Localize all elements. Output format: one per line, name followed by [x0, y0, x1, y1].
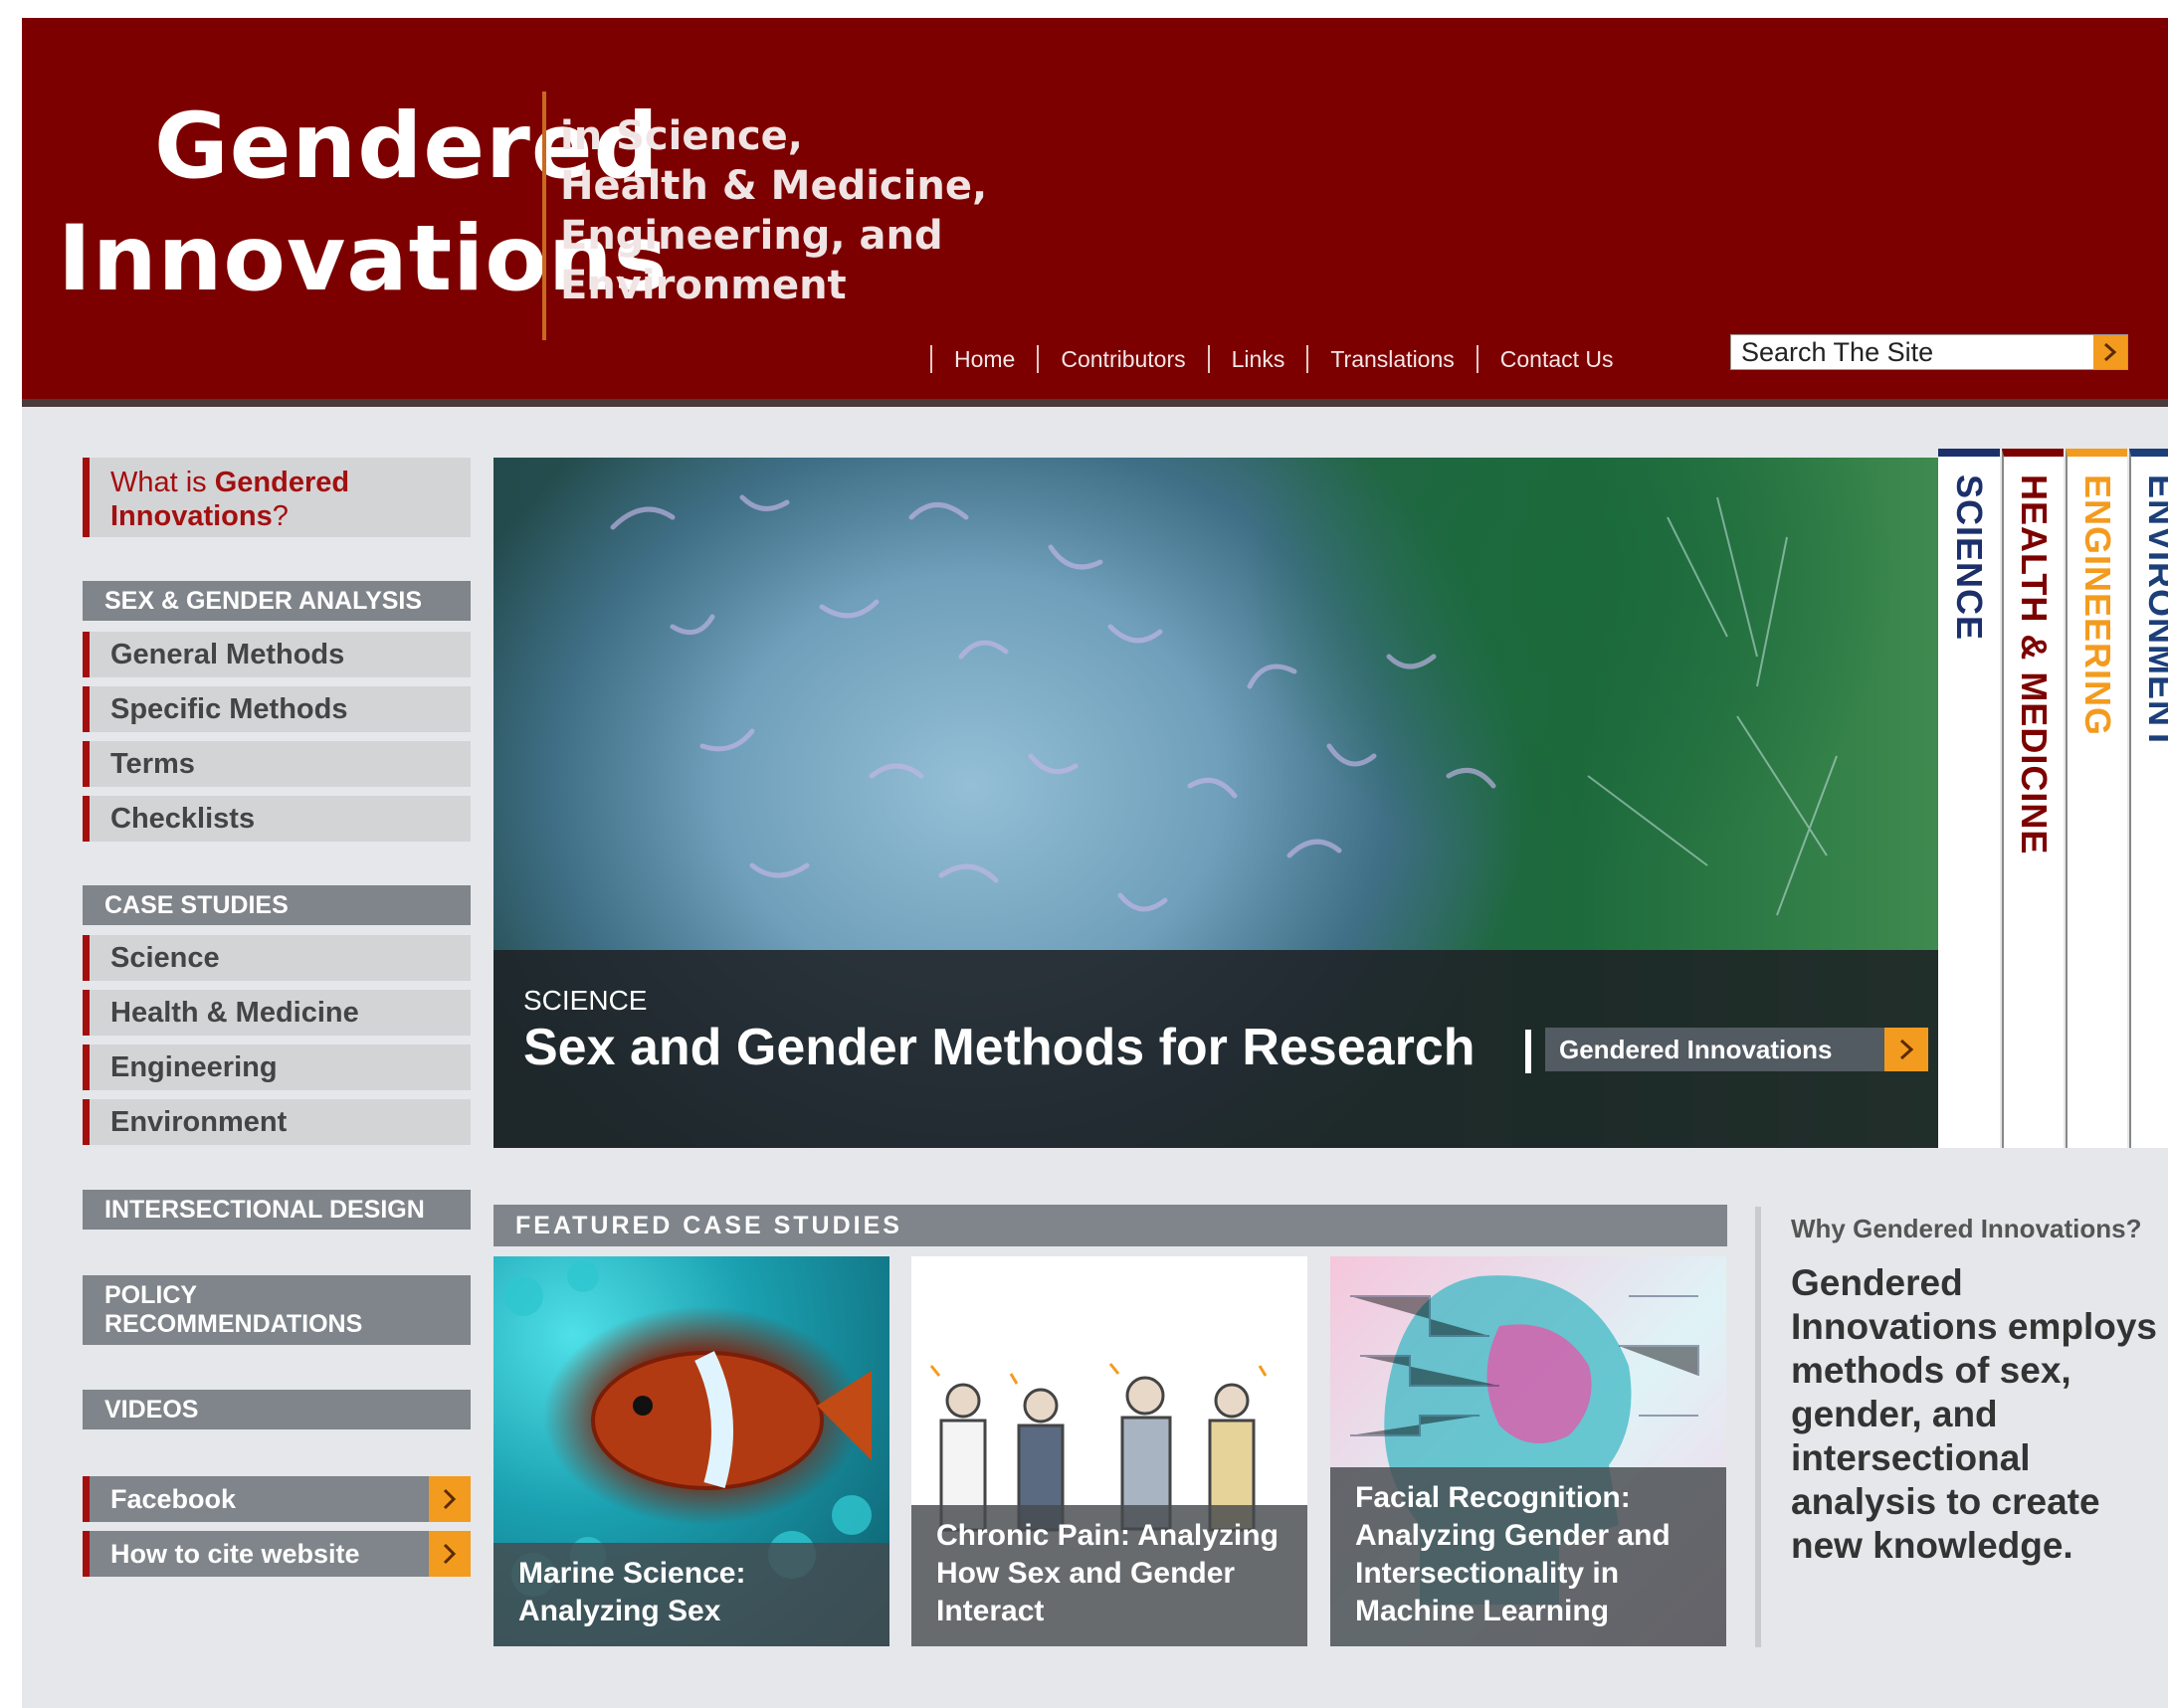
what-is-gendered-innovations-link[interactable]: What is Gendered Innovations? — [83, 458, 471, 537]
nav-separator — [1037, 345, 1040, 373]
nav-separator — [930, 345, 932, 373]
sidebar-heading-case-studies[interactable]: CASE STUDIES — [83, 885, 471, 925]
search-input[interactable] — [1731, 335, 2089, 369]
hero-banner[interactable]: SCIENCE Sex and Gender Methods for Resea… — [493, 458, 1938, 1148]
tab-environment[interactable]: ENVIRONMENT — [2129, 449, 2168, 1148]
nav-contributors[interactable]: Contributors — [1015, 345, 1186, 373]
facebook-label: Facebook — [110, 1483, 237, 1514]
sidebar-heading-sex-gender-analysis[interactable]: SEX & GENDER ANALYSIS — [83, 581, 471, 621]
tagline-line: Environment — [560, 263, 847, 308]
why-statement: Gendered Innovations employs methods of … — [1791, 1262, 2158, 1566]
nav-links[interactable]: Links — [1186, 345, 1285, 373]
tab-health-medicine-label: HEALTH & MEDICINE — [2014, 474, 2055, 855]
sidebar-item-general-methods[interactable]: General Methods — [83, 632, 471, 677]
nav-separator — [1207, 345, 1210, 373]
arrow-box — [429, 1531, 471, 1577]
featured-case-studies-heading: FEATURED CASE STUDIES — [493, 1205, 1727, 1246]
what-is-suffix: ? — [272, 500, 289, 532]
top-navigation: Home Contributors Links Translations Con… — [930, 343, 1614, 375]
what-is-prefix: What is — [110, 467, 215, 498]
chevron-right-icon — [443, 1488, 457, 1510]
case-card-facial-recognition[interactable]: Facial Recognition: Analyzing Gender and… — [1330, 1256, 1726, 1646]
sidebar-item-terms[interactable]: Terms — [83, 741, 471, 787]
nav-home[interactable]: Home — [930, 345, 1015, 373]
nav-home-label[interactable]: Home — [954, 346, 1015, 373]
tagline-line: Health & Medicine, — [560, 163, 988, 209]
sidebar-intersectional-design[interactable]: INTERSECTIONAL DESIGN — [83, 1190, 471, 1230]
nav-contact-label[interactable]: Contact Us — [1500, 346, 1614, 373]
sidebar-item-environment[interactable]: Environment — [83, 1099, 471, 1145]
case-card-marine-science[interactable]: Marine Science: Analyzing Sex — [493, 1256, 889, 1646]
arrow-box — [429, 1476, 471, 1522]
tab-science[interactable]: SCIENCE — [1938, 449, 2000, 1148]
search-submit-button[interactable] — [2093, 335, 2127, 369]
case-card-chronic-pain[interactable]: Chronic Pain: Analyzing How Sex and Gend… — [911, 1256, 1307, 1646]
sidebar-policy-recommendations[interactable]: POLICY RECOMMENDATIONS — [83, 1275, 471, 1345]
tab-science-label: SCIENCE — [1949, 474, 1990, 642]
arrow-box — [1884, 1028, 1928, 1071]
sidebar-item-specific-methods[interactable]: Specific Methods — [83, 686, 471, 732]
why-question[interactable]: Why Gendered Innovations? — [1791, 1214, 2141, 1244]
policy-label: POLICY RECOMMENDATIONS — [104, 1281, 363, 1338]
tagline-line: in Science, — [560, 113, 803, 159]
sidebar-cite-website-link[interactable]: How to cite website — [83, 1531, 471, 1577]
sidebar-item-checklists[interactable]: Checklists — [83, 796, 471, 842]
tab-engineering-label: ENGINEERING — [2077, 474, 2118, 737]
header-divider — [22, 399, 2168, 407]
nav-links-label[interactable]: Links — [1232, 346, 1285, 373]
hero-link-label: Gendered Innovations — [1559, 1034, 1833, 1064]
case-card-caption: Marine Science: Analyzing Sex — [493, 1543, 889, 1646]
hero-gendered-innovations-link[interactable]: Gendered Innovations — [1545, 1028, 1928, 1071]
sidebar-item-health-medicine[interactable]: Health & Medicine — [83, 990, 471, 1036]
search-box — [1730, 334, 2128, 370]
sidebar-videos[interactable]: VIDEOS — [83, 1390, 471, 1429]
tab-engineering[interactable]: ENGINEERING — [2066, 449, 2127, 1148]
chevron-right-icon — [2104, 342, 2117, 362]
sidebar-facebook-link[interactable]: Facebook — [83, 1476, 471, 1522]
sidebar-item-engineering[interactable]: Engineering — [83, 1044, 471, 1090]
tab-environment-label: ENVIRONMENT — [2141, 474, 2168, 751]
nav-translations-label[interactable]: Translations — [1330, 346, 1454, 373]
case-card-caption: Facial Recognition: Analyzing Gender and… — [1330, 1467, 1726, 1646]
nav-translations[interactable]: Translations — [1284, 345, 1455, 373]
nav-contributors-label[interactable]: Contributors — [1061, 346, 1185, 373]
logo-divider — [542, 92, 546, 340]
chevron-right-icon — [1899, 1039, 1914, 1060]
hero-category: SCIENCE — [523, 985, 648, 1016]
hero-title-divider — [1525, 1030, 1531, 1073]
sidebar-item-science[interactable]: Science — [83, 935, 471, 981]
tab-health-medicine[interactable]: HEALTH & MEDICINE — [2002, 449, 2064, 1148]
nav-separator — [1476, 345, 1478, 373]
tagline-line: Engineering, and — [560, 213, 943, 259]
cite-label: How to cite website — [110, 1538, 360, 1569]
why-divider — [1755, 1207, 1761, 1647]
nav-separator — [1306, 345, 1309, 373]
hero-title[interactable]: Sex and Gender Methods for Research — [523, 1018, 1476, 1077]
case-card-caption: Chronic Pain: Analyzing How Sex and Gend… — [911, 1505, 1307, 1646]
site-tagline: in Science, Health & Medicine, Engineeri… — [560, 111, 987, 310]
nav-contact-us[interactable]: Contact Us — [1455, 345, 1614, 373]
chevron-right-icon — [443, 1543, 457, 1565]
